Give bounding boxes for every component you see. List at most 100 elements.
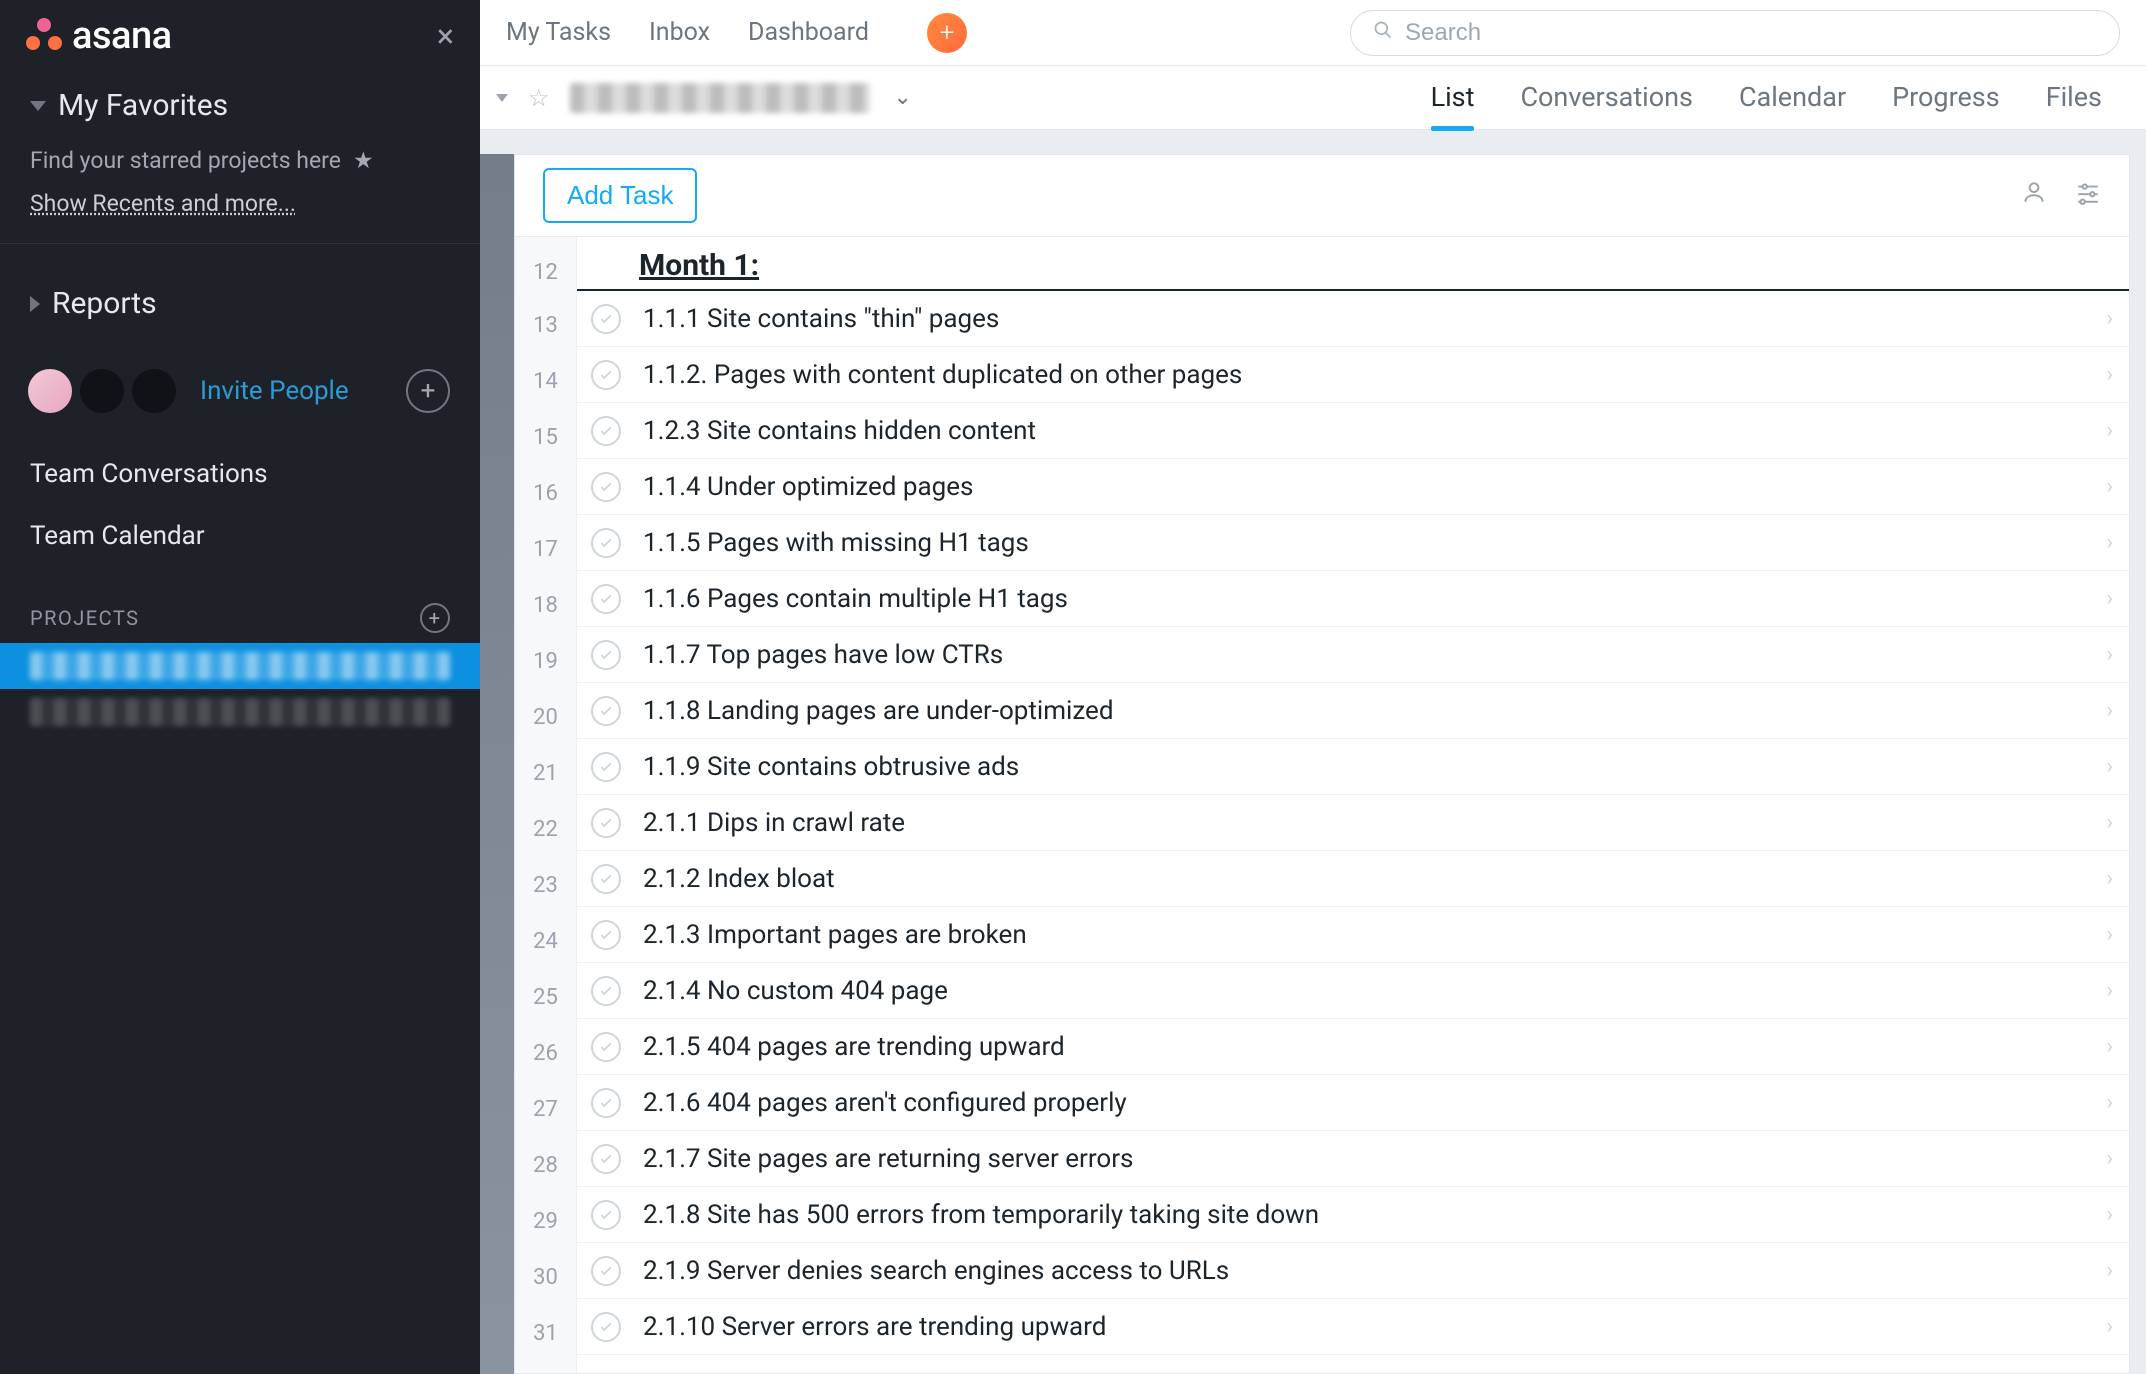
complete-checkbox[interactable] xyxy=(591,584,621,614)
task-row[interactable]: 2.1.2 Index bloat› xyxy=(577,851,2129,907)
chevron-right-icon: › xyxy=(2106,1090,2113,1115)
brand-text: asana xyxy=(72,14,172,58)
add-task-button[interactable]: Add Task xyxy=(543,168,697,223)
complete-checkbox[interactable] xyxy=(591,808,621,838)
tab-progress[interactable]: Progress xyxy=(1892,69,2000,127)
task-panel: Add Task 1213141516171819202122232425262… xyxy=(514,154,2130,1374)
nav-my-tasks[interactable]: My Tasks xyxy=(506,18,611,47)
tab-conversations[interactable]: Conversations xyxy=(1520,69,1693,127)
section-title: Month 1: xyxy=(639,248,759,283)
row-number: 16 xyxy=(515,465,576,521)
chevron-right-icon: › xyxy=(2106,362,2113,387)
star-icon[interactable]: ☆ xyxy=(528,84,550,112)
search-icon xyxy=(1373,20,1393,46)
task-row[interactable]: 1.1.4 Under optimized pages› xyxy=(577,459,2129,515)
complete-checkbox[interactable] xyxy=(591,696,621,726)
task-row[interactable]: 2.1.9 Server denies search engines acces… xyxy=(577,1243,2129,1299)
task-row[interactable]: 1.1.6 Pages contain multiple H1 tags› xyxy=(577,571,2129,627)
invite-people-link[interactable]: Invite People xyxy=(200,376,349,406)
favorites-header[interactable]: My Favorites xyxy=(0,82,480,129)
row-number: 12 xyxy=(515,247,576,297)
row-number: 24 xyxy=(515,913,576,969)
avatar[interactable] xyxy=(132,369,176,413)
avatar[interactable] xyxy=(28,369,72,413)
complete-checkbox[interactable] xyxy=(591,1032,621,1062)
tab-list[interactable]: List xyxy=(1431,69,1475,127)
task-row[interactable]: 2.1.1 Dips in crawl rate› xyxy=(577,795,2129,851)
chevron-down-icon[interactable] xyxy=(496,94,508,102)
quick-add-button[interactable]: + xyxy=(927,13,967,53)
complete-checkbox[interactable] xyxy=(591,528,621,558)
filter-icon[interactable] xyxy=(2075,179,2101,212)
task-row[interactable]: 1.1.8 Landing pages are under-optimized › xyxy=(577,683,2129,739)
project-item-active[interactable] xyxy=(0,643,480,689)
close-icon[interactable]: × xyxy=(437,20,454,52)
nav-inbox[interactable]: Inbox xyxy=(649,18,710,47)
row-number: 18 xyxy=(515,577,576,633)
complete-checkbox[interactable] xyxy=(591,1312,621,1342)
add-project-button[interactable]: + xyxy=(420,603,450,633)
search-input[interactable] xyxy=(1405,19,2097,47)
complete-checkbox[interactable] xyxy=(591,304,621,334)
tab-calendar[interactable]: Calendar xyxy=(1739,69,1846,127)
complete-checkbox[interactable] xyxy=(591,1256,621,1286)
invite-plus-button[interactable]: + xyxy=(406,369,450,413)
logo[interactable]: asana xyxy=(26,14,172,58)
row-number: 17 xyxy=(515,521,576,577)
complete-checkbox[interactable] xyxy=(591,640,621,670)
row-number: 29 xyxy=(515,1193,576,1249)
project-item[interactable] xyxy=(0,689,480,735)
complete-checkbox[interactable] xyxy=(591,1088,621,1118)
sidebar-top: asana × xyxy=(0,4,480,82)
row-number: 26 xyxy=(515,1025,576,1081)
task-row[interactable]: 1.2.3 Site contains hidden content› xyxy=(577,403,2129,459)
complete-checkbox[interactable] xyxy=(591,752,621,782)
chevron-right-icon: › xyxy=(2106,866,2113,891)
background-sliver xyxy=(480,154,514,1374)
task-row[interactable]: 2.1.10 Server errors are trending upward… xyxy=(577,1299,2129,1355)
complete-checkbox[interactable] xyxy=(591,976,621,1006)
task-row[interactable]: 1.1.2. Pages with content duplicated on … xyxy=(577,347,2129,403)
tab-files[interactable]: Files xyxy=(2046,69,2102,127)
sidebar: asana × My Favorites Find your starred p… xyxy=(0,0,480,1374)
task-row[interactable]: 2.1.5 404 pages are trending upward› xyxy=(577,1019,2129,1075)
complete-checkbox[interactable] xyxy=(591,360,621,390)
task-title: 1.1.8 Landing pages are under-optimized xyxy=(643,696,2094,726)
task-row[interactable]: 2.1.4 No custom 404 page› xyxy=(577,963,2129,1019)
row-number: 13 xyxy=(515,297,576,353)
task-row[interactable]: 2.1.8 Site has 500 errors from temporari… xyxy=(577,1187,2129,1243)
section-row[interactable]: Month 1: xyxy=(577,241,2129,291)
task-title: 2.1.8 Site has 500 errors from temporari… xyxy=(643,1200,2094,1230)
task-row[interactable]: 1.1.5 Pages with missing H1 tags› xyxy=(577,515,2129,571)
complete-checkbox[interactable] xyxy=(591,920,621,950)
favorites-header-label: My Favorites xyxy=(58,88,228,123)
complete-checkbox[interactable] xyxy=(591,1144,621,1174)
team-calendar-link[interactable]: Team Calendar xyxy=(30,505,450,567)
task-rows: Month 1: 1.1.1 Site contains "thin" page… xyxy=(577,237,2129,1373)
task-row[interactable]: 2.1.6 404 pages aren't configured proper… xyxy=(577,1075,2129,1131)
complete-checkbox[interactable] xyxy=(591,416,621,446)
project-menu-caret[interactable]: ⌄ xyxy=(894,85,912,110)
avatar[interactable] xyxy=(80,369,124,413)
task-row[interactable]: 2.1.7 Site pages are returning server er… xyxy=(577,1131,2129,1187)
team-conversations-link[interactable]: Team Conversations xyxy=(30,443,450,505)
complete-checkbox[interactable] xyxy=(591,472,621,502)
reports-header[interactable]: Reports xyxy=(0,280,480,327)
task-row[interactable]: 1.1.7 Top pages have low CTRs› xyxy=(577,627,2129,683)
assignee-icon[interactable] xyxy=(2021,179,2047,212)
complete-checkbox[interactable] xyxy=(591,1200,621,1230)
task-row[interactable]: 1.1.1 Site contains "thin" pages› xyxy=(577,291,2129,347)
show-recents-link[interactable]: Show Recents and more... xyxy=(30,184,450,231)
chevron-right-icon: › xyxy=(2106,698,2113,723)
task-row[interactable]: 1.1.9 Site contains obtrusive ads› xyxy=(577,739,2129,795)
search-box[interactable] xyxy=(1350,10,2120,56)
complete-checkbox[interactable] xyxy=(591,864,621,894)
task-row[interactable]: 2.1.3 Important pages are broken› xyxy=(577,907,2129,963)
task-title: 1.1.5 Pages with missing H1 tags xyxy=(643,528,2094,558)
chevron-right-icon: › xyxy=(2106,418,2113,443)
chevron-right-icon: › xyxy=(2106,586,2113,611)
task-title: 2.1.1 Dips in crawl rate xyxy=(643,808,2094,838)
nav-dashboard[interactable]: Dashboard xyxy=(748,18,869,47)
topbar: My Tasks Inbox Dashboard + xyxy=(480,0,2146,66)
chevron-right-icon: › xyxy=(2106,474,2113,499)
